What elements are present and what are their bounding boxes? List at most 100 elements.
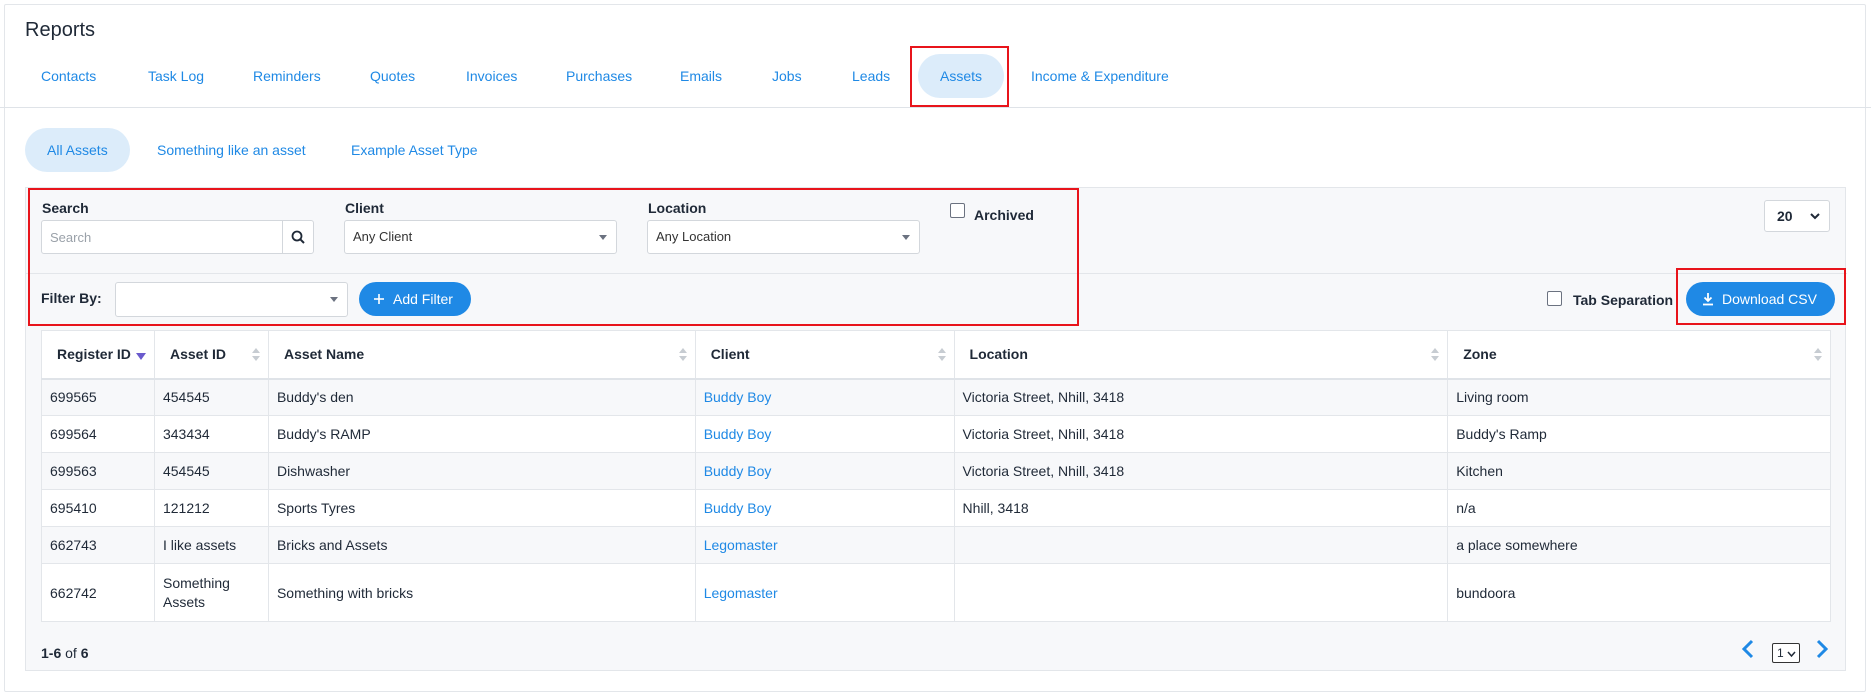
tab-invoices[interactable]: Invoices	[444, 54, 539, 98]
report-tabs: Contacts Task Log Reminders Quotes Invoi…	[0, 44, 1871, 108]
table-row[interactable]: 699565 454545 Buddy's den Buddy Boy Vict…	[41, 378, 1831, 416]
tab-reminders[interactable]: Reminders	[231, 54, 343, 98]
page-title: Reports	[25, 19, 96, 41]
previous-page-button[interactable]	[1740, 638, 1756, 662]
column-header-asset-name[interactable]: Asset Name	[267, 330, 696, 380]
column-header-asset-id[interactable]: Asset ID	[153, 330, 269, 380]
table-row[interactable]: 695410 121212 Sports Tyres Buddy Boy Nhi…	[41, 489, 1831, 527]
cell-zone: Kitchen	[1447, 452, 1831, 490]
search-icon	[291, 230, 305, 244]
plus-icon	[374, 294, 384, 304]
tab-leads[interactable]: Leads	[830, 54, 912, 98]
sort-icon	[1814, 348, 1822, 362]
tab-income-expenditure[interactable]: Income & Expenditure	[1009, 54, 1191, 98]
cell-register-id: 699564	[41, 415, 155, 453]
assets-table: Register ID Asset ID Asset Name Client L…	[41, 330, 1831, 622]
chevron-down-icon	[1787, 651, 1796, 658]
filter-by-select[interactable]	[115, 282, 348, 317]
search-input[interactable]	[42, 221, 282, 253]
tab-example-asset-type[interactable]: Example Asset Type	[329, 128, 500, 172]
column-header-register-id[interactable]: Register ID	[41, 330, 155, 380]
cell-asset-id: 454545	[153, 452, 269, 490]
cell-client-link[interactable]: Buddy Boy	[694, 378, 955, 416]
tab-emails[interactable]: Emails	[658, 54, 744, 98]
archived-label: Archived	[974, 207, 1034, 223]
download-icon	[1703, 293, 1713, 306]
cell-asset-id: I like assets	[153, 526, 269, 564]
client-select[interactable]: Any Client	[344, 220, 617, 254]
cell-asset-id: 454545	[153, 378, 269, 416]
cell-register-id: 695410	[41, 489, 155, 527]
cell-client-link[interactable]: Buddy Boy	[694, 415, 955, 453]
table-row[interactable]: 699564 343434 Buddy's RAMP Buddy Boy Vic…	[41, 415, 1831, 453]
per-page-value: 20	[1777, 208, 1793, 224]
table-row[interactable]: 662742 Something Assets Something with b…	[41, 563, 1831, 622]
sort-icon	[678, 348, 687, 362]
location-select-value: Any Location	[656, 229, 732, 244]
cell-location: Victoria Street, Nhill, 3418	[953, 415, 1449, 453]
sort-icon	[937, 348, 946, 362]
tab-something-like-an-asset[interactable]: Something like an asset	[135, 128, 328, 172]
table-row[interactable]: 699563 454545 Dishwasher Buddy Boy Victo…	[41, 452, 1831, 490]
add-filter-label: Add Filter	[393, 291, 453, 307]
per-page-select[interactable]: 20	[1764, 200, 1830, 232]
table-row[interactable]: 662743 I like assets Bricks and Assets L…	[41, 526, 1831, 564]
cell-zone: Buddy's Ramp	[1447, 415, 1831, 453]
filter-by-label: Filter By:	[41, 290, 102, 306]
current-page: 1	[1777, 646, 1784, 660]
search-button[interactable]	[282, 221, 313, 253]
sort-icon	[1431, 348, 1440, 362]
cell-asset-name: Bricks and Assets	[267, 526, 696, 564]
tab-purchases[interactable]: Purchases	[544, 54, 654, 98]
archived-checkbox[interactable]	[950, 203, 965, 218]
result-range: 1-6	[41, 645, 62, 661]
cell-zone: Living room	[1447, 378, 1831, 416]
tab-assets[interactable]: Assets	[918, 54, 1005, 98]
cell-asset-id: Something Assets	[153, 563, 269, 622]
client-select-value: Any Client	[353, 229, 413, 244]
tab-jobs[interactable]: Jobs	[750, 54, 824, 98]
assets-report-panel: Search Client Any Client Location Any Lo…	[25, 187, 1847, 671]
location-select[interactable]: Any Location	[647, 220, 920, 254]
column-header-location[interactable]: Location	[953, 330, 1449, 380]
caret-down-icon	[330, 297, 338, 302]
tab-all-assets[interactable]: All Assets	[25, 128, 130, 172]
column-header-client[interactable]: Client	[694, 330, 955, 380]
result-total: 6	[80, 645, 89, 661]
filter-divider	[26, 273, 1847, 274]
cell-location	[953, 563, 1449, 622]
column-header-zone[interactable]: Zone	[1447, 330, 1831, 380]
add-filter-button[interactable]: Add Filter	[359, 282, 471, 316]
chevron-down-icon	[1810, 213, 1820, 220]
page-number-select[interactable]: 1	[1772, 643, 1800, 663]
cell-register-id: 699565	[41, 378, 155, 416]
cell-asset-id: 121212	[153, 489, 269, 527]
tab-separation-label: Tab Separation	[1573, 292, 1674, 308]
cell-zone: n/a	[1447, 489, 1831, 527]
cell-client-link[interactable]: Buddy Boy	[694, 489, 955, 527]
cell-asset-name: Sports Tyres	[267, 489, 696, 527]
cell-location	[953, 526, 1449, 564]
chevron-right-icon	[1816, 639, 1829, 659]
tab-quotes[interactable]: Quotes	[348, 54, 437, 98]
search-box	[41, 220, 314, 254]
result-count: 1-6 of 6	[41, 645, 89, 661]
tab-contacts[interactable]: Contacts	[19, 54, 118, 98]
cell-client-link[interactable]: Buddy Boy	[694, 452, 955, 490]
search-label: Search	[42, 200, 89, 216]
asset-type-tabs: All Assets Something like an asset Examp…	[0, 128, 1871, 172]
cell-register-id: 662742	[41, 563, 155, 622]
cell-client-link[interactable]: Legomaster	[694, 526, 955, 564]
download-csv-button[interactable]: Download CSV	[1686, 282, 1835, 316]
cell-location: Victoria Street, Nhill, 3418	[953, 378, 1449, 416]
caret-down-icon	[599, 235, 607, 240]
download-csv-label: Download CSV	[1722, 291, 1817, 307]
cell-register-id: 662743	[41, 526, 155, 564]
tab-task-log[interactable]: Task Log	[126, 54, 226, 98]
cell-zone: a place somewhere	[1447, 526, 1831, 564]
tab-separation-checkbox[interactable]	[1547, 291, 1562, 306]
cell-client-link[interactable]: Legomaster	[694, 563, 955, 622]
next-page-button[interactable]	[1814, 638, 1830, 662]
cell-asset-name: Buddy's RAMP	[267, 415, 696, 453]
result-of: of	[65, 645, 77, 661]
